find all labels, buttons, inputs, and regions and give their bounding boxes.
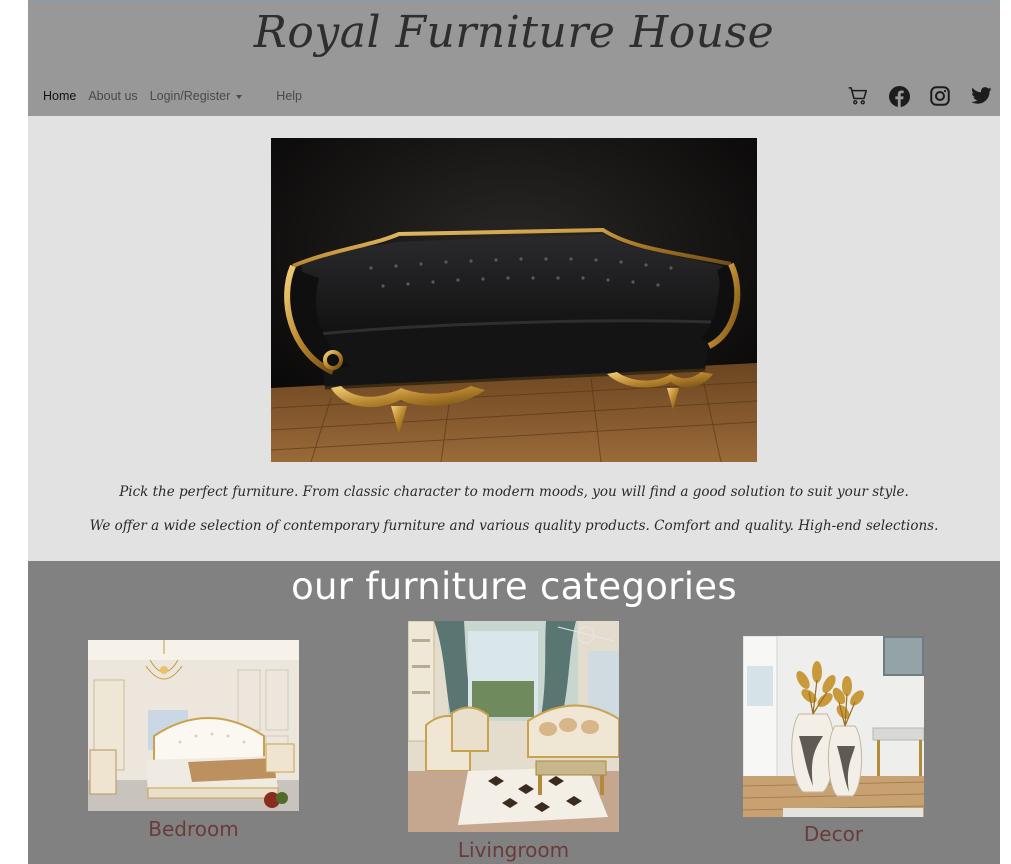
cart-icon[interactable] [847, 85, 869, 107]
nav-login-dropdown[interactable]: Login/Register [150, 89, 243, 103]
main-nav: Home About us Login/Register Help [43, 89, 314, 103]
facebook-icon[interactable] [888, 85, 910, 107]
hero-tagline-1: Pick the perfect furniture. From classic… [119, 484, 909, 500]
site-header: Royal Furniture House Home About us Logi… [28, 0, 1000, 116]
hero-tagline-2: We offer a wide selection of contemporar… [89, 518, 939, 534]
livingroom-image[interactable] [408, 621, 619, 832]
bedroom-image[interactable] [88, 640, 299, 811]
caret-down-icon [236, 94, 243, 99]
category-decor-label[interactable]: Decor [743, 822, 924, 846]
decor-image[interactable] [743, 636, 924, 817]
categories-title: our furniture categories [291, 565, 737, 608]
categories-section: our furniture categories Bedroom Livingr… [28, 561, 1000, 864]
nav-login-label: Login/Register [149, 89, 231, 103]
page: Royal Furniture House Home About us Logi… [28, 0, 1000, 864]
twitter-icon[interactable] [970, 85, 992, 107]
category-livingroom-label[interactable]: Livingroom [408, 838, 619, 862]
nav-about-link[interactable]: About us [88, 89, 137, 103]
nav-help-link[interactable]: Help [276, 89, 302, 103]
nav-home-link[interactable]: Home [43, 89, 76, 103]
instagram-icon[interactable] [929, 85, 951, 107]
brand-title[interactable]: Royal Furniture House [28, 7, 1000, 58]
hero-sofa-image [271, 138, 757, 462]
category-bedroom-label[interactable]: Bedroom [88, 817, 299, 841]
header-icons [828, 85, 992, 107]
